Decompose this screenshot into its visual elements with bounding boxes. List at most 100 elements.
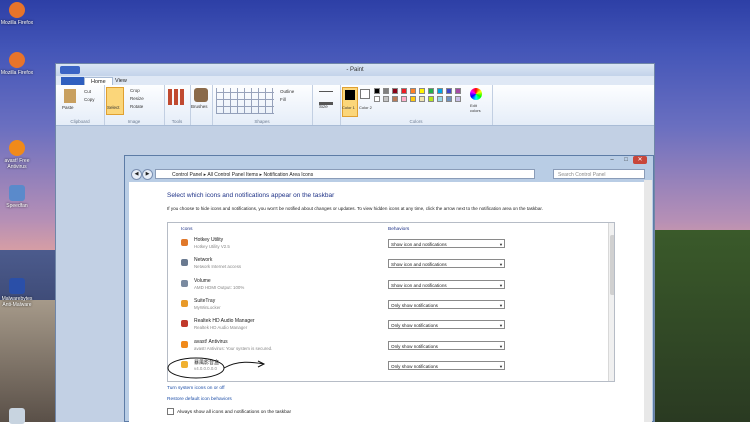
table-row: Volume AMD HDMI Output: 100% Show icon and… bbox=[168, 276, 608, 296]
forward-button[interactable]: ▶ bbox=[142, 169, 153, 180]
minimize-button[interactable]: – bbox=[605, 156, 619, 164]
back-button[interactable]: ◀ bbox=[131, 169, 142, 180]
color-swatch[interactable] bbox=[428, 96, 434, 102]
brushes-button[interactable]: Brushes bbox=[191, 104, 208, 109]
scrollbar-thumb[interactable] bbox=[610, 235, 614, 295]
behavior-select[interactable]: Only show notifications ▼ bbox=[388, 320, 505, 330]
color-swatch[interactable] bbox=[410, 88, 416, 94]
crop-button[interactable]: Crop bbox=[130, 88, 140, 93]
color-swatch[interactable] bbox=[437, 96, 443, 102]
turn-system-icons-link[interactable]: Turn system icons on or off bbox=[167, 386, 225, 391]
desktop-icon-firefox[interactable]: Mozilla Firefox bbox=[0, 2, 37, 26]
color1-button[interactable] bbox=[342, 87, 358, 117]
app-subtitle: MyWinLocker bbox=[194, 304, 221, 310]
shapes-gallery[interactable] bbox=[216, 88, 274, 114]
behavior-value: Show icon and notifications bbox=[391, 282, 447, 288]
colors-label: Colors bbox=[409, 119, 423, 124]
rotate-button[interactable]: Rotate bbox=[130, 104, 143, 109]
dropdown-arrow-icon: ▼ bbox=[499, 363, 503, 369]
resize-button[interactable]: Resize bbox=[130, 96, 144, 101]
desktop-icon-firefox-2[interactable]: Mozilla Firefox bbox=[0, 52, 37, 76]
app-name: Volume bbox=[194, 277, 211, 284]
shapes-group: Outline Fill Shapes bbox=[212, 85, 313, 125]
quick-access-toolbar[interactable] bbox=[60, 66, 80, 74]
behavior-select[interactable]: Only show notifications ▼ bbox=[388, 340, 505, 350]
address-bar[interactable]: Control Panel ▸ All Control Panel Items … bbox=[155, 169, 535, 179]
behavior-select[interactable]: Only show notifications ▼ bbox=[388, 299, 505, 309]
dropdown-arrow-icon: ▼ bbox=[499, 242, 503, 247]
desktop-icon-avast[interactable]: avast! Free Antivirus bbox=[0, 140, 37, 170]
color-swatch[interactable] bbox=[455, 96, 461, 102]
clipboard-label: Clipboard bbox=[70, 119, 90, 124]
restore-default-link[interactable]: Restore default icon behaviors bbox=[167, 397, 232, 402]
edit-colors-icon bbox=[470, 88, 482, 100]
address-row: ◀ ▶ Control Panel ▸ All Control Panel It… bbox=[129, 168, 649, 180]
page-title: Select which icons and notifications app… bbox=[167, 192, 335, 199]
color-swatch[interactable] bbox=[392, 88, 398, 94]
size-group: Size bbox=[312, 85, 341, 125]
color-swatch[interactable] bbox=[455, 88, 461, 94]
app-icon bbox=[181, 340, 188, 348]
copy-button[interactable]: Copy bbox=[84, 97, 95, 102]
maximize-button[interactable]: □ bbox=[619, 156, 633, 164]
app-icon bbox=[181, 320, 188, 328]
desktop-icon-speedfan[interactable]: Speedfan bbox=[0, 185, 37, 209]
edit-colors-button[interactable]: Edit colors bbox=[470, 103, 488, 113]
paste-icon bbox=[64, 89, 76, 103]
color-swatch[interactable] bbox=[446, 88, 452, 94]
behavior-select[interactable]: Show icon and notifications ▼ bbox=[388, 259, 505, 269]
color-swatch[interactable] bbox=[419, 88, 425, 94]
search-input[interactable]: Search Control Panel bbox=[553, 169, 645, 179]
breadcrumb-all-items[interactable]: All Control Panel Items bbox=[207, 172, 258, 178]
color2-button[interactable] bbox=[360, 89, 370, 99]
dropdown-arrow-icon: ▼ bbox=[499, 302, 503, 308]
app-icon bbox=[181, 279, 188, 287]
table-scrollbar[interactable] bbox=[608, 223, 614, 381]
color-swatch[interactable] bbox=[374, 96, 380, 102]
handwritten-annotation bbox=[167, 357, 266, 379]
window-scrollbar[interactable] bbox=[644, 180, 652, 422]
tools-icons[interactable] bbox=[168, 89, 186, 105]
color-swatch[interactable] bbox=[419, 96, 425, 102]
table-row: SuiteTray MyWinLocker Only show notificati… bbox=[168, 296, 608, 316]
app-name: Hotkey Utility bbox=[194, 237, 224, 243]
select-button[interactable] bbox=[106, 87, 124, 115]
outline-button[interactable]: Outline bbox=[280, 89, 294, 94]
color-swatch[interactable] bbox=[437, 88, 443, 94]
breadcrumb-control-panel[interactable]: Control Panel bbox=[172, 172, 202, 178]
breadcrumb-notification-area[interactable]: Notification Area Icons bbox=[263, 172, 313, 178]
fill-button[interactable]: Fill bbox=[280, 97, 286, 102]
checkbox-box[interactable] bbox=[167, 408, 174, 415]
color-swatch[interactable] bbox=[428, 88, 434, 94]
tab-view[interactable]: View bbox=[109, 77, 133, 85]
close-button[interactable]: ✕ bbox=[633, 156, 647, 164]
always-show-checkbox[interactable]: Always show all icons and notifications … bbox=[167, 408, 291, 415]
paint-titlebar: - Paint bbox=[56, 64, 654, 76]
color-swatch[interactable] bbox=[410, 96, 416, 102]
desktop-icon-recycle-bin[interactable] bbox=[0, 408, 37, 426]
color-swatch[interactable] bbox=[383, 88, 389, 94]
behavior-value: Show icon and notifications bbox=[391, 242, 447, 247]
speedfan-icon bbox=[9, 185, 25, 201]
color-swatch[interactable] bbox=[392, 96, 398, 102]
paste-button[interactable]: Paste bbox=[62, 105, 74, 110]
colors-group: Color 1 Color 2 Edit colors Colors bbox=[340, 85, 493, 125]
column-behaviors: Behaviors bbox=[388, 227, 410, 232]
tools-label: Tools bbox=[171, 119, 183, 124]
color-swatch[interactable] bbox=[401, 88, 407, 94]
always-show-label: Always show all icons and notifications … bbox=[177, 409, 292, 415]
size-button[interactable]: Size bbox=[319, 104, 328, 109]
desktop-icon-malwarebytes[interactable]: Malwarebytes Anti-Malware bbox=[0, 278, 37, 308]
behavior-select[interactable]: Show icon and notifications ▼ bbox=[388, 239, 505, 248]
color-swatch[interactable] bbox=[401, 96, 407, 102]
color-swatch[interactable] bbox=[383, 96, 389, 102]
app-name: avast! Antivirus bbox=[194, 338, 228, 345]
behavior-select[interactable]: Show icon and notifications ▼ bbox=[388, 279, 505, 289]
cut-button[interactable]: Cut bbox=[84, 89, 91, 94]
cp-titlebar: – □ ✕ bbox=[125, 156, 653, 167]
hill-scene bbox=[650, 230, 750, 422]
column-icons: Icons bbox=[181, 227, 193, 232]
color-swatch[interactable] bbox=[446, 96, 452, 102]
behavior-select[interactable]: Only show notifications ▼ bbox=[388, 360, 505, 370]
color-swatch[interactable] bbox=[374, 88, 380, 94]
